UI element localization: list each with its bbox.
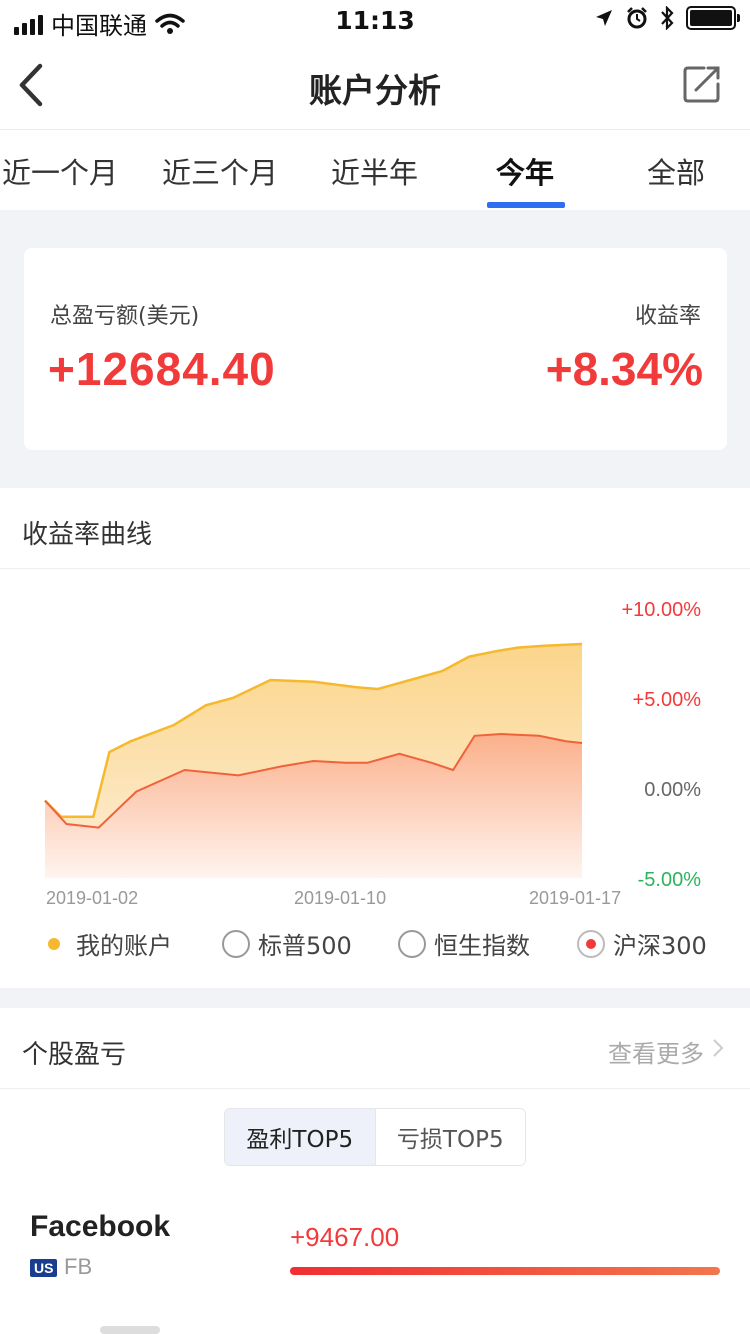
total-pl-label: 总盈亏额(美元) [50,304,200,329]
legend-csi300[interactable]: 沪深300 [577,926,707,961]
total-pl-value: +12684.40 [48,343,276,395]
segment-profit-top5[interactable]: 盈利TOP5 [225,1109,376,1165]
legend-sp500[interactable]: 标普500 [222,926,352,961]
bluetooth-icon [661,6,674,30]
y-tick-label: -5.00% [638,869,702,891]
alarm-icon [627,7,647,29]
top5-segmented-control: 盈利TOP5 亏损TOP5 [224,1108,526,1166]
stock-code: FB [64,1254,93,1279]
location-icon [596,10,612,26]
chart-section-title: 收益率曲线 [22,520,153,550]
legend-label: 标普500 [258,932,352,960]
tab-this-year[interactable]: 今年 [496,150,554,192]
legend-hang-seng[interactable]: 恒生指数 [398,926,530,961]
status-bar: 中国联通 11:13 [0,0,750,40]
chart-legend: 我的账户 标普500 恒生指数 沪深300 [0,920,750,966]
stock-pl-value: +9467.00 [290,1222,400,1252]
market-badge: US [30,1259,58,1277]
period-tabs: 近一个月 近三个月 近半年 今年 全部 [0,130,750,210]
stock-pl-bar [290,1267,720,1275]
x-tick-label: 2019-01-02 [46,888,138,908]
x-tick-label: 2019-01-17 [529,888,621,908]
view-more-link[interactable]: 查看更多 [608,1034,704,1069]
share-icon[interactable] [682,64,722,104]
battery-icon [686,6,740,30]
y-tick-label: +10.00% [621,599,701,621]
tab-last-month[interactable]: 近一个月 [2,150,118,192]
stock-pl-title: 个股盈亏 [22,1040,127,1070]
radio-checked-icon [577,929,605,958]
stock-pl-card: 个股盈亏 查看更多 盈利TOP5 亏损TOP5 Facebook US FB +… [0,1008,750,1334]
radio-unchecked-icon [398,929,426,958]
segment-loss-top5[interactable]: 亏损TOP5 [375,1109,525,1165]
y-tick-label: +5.00% [633,689,702,711]
legend-label: 沪深300 [613,932,707,960]
legend-dot-icon [48,937,60,950]
summary-card: 总盈亏额(美元) 收益率 +12684.40 +8.34% [24,248,727,450]
return-rate-label: 收益率 [634,304,701,329]
return-curve-card: 收益率曲线 +10.00% +5.00% 0.00% -5.00% 2019-01-02… [0,488,750,988]
divider [0,1088,750,1089]
tab-last-half-year[interactable]: 近半年 [331,150,418,192]
active-tab-indicator [487,202,565,208]
page-title: 账户分析 [309,71,441,110]
radio-unchecked-icon [222,929,250,958]
tab-all[interactable]: 全部 [647,150,705,192]
y-tick-label: 0.00% [644,779,701,801]
legend-label: 恒生指数 [434,932,530,960]
status-right [594,6,740,30]
legend-label: 我的账户 [76,932,172,960]
return-chart: +10.00% +5.00% 0.00% -5.00% 2019-01-02 2019-0… [44,599,702,908]
legend-my-account[interactable]: 我的账户 [48,926,172,961]
x-tick-label: 2019-01-10 [294,888,386,908]
next-row-peek [100,1326,160,1334]
nav-bar: 账户分析 [0,40,750,130]
stock-name[interactable]: Facebook [30,1210,170,1244]
tab-last-three-months[interactable]: 近三个月 [162,150,278,192]
chevron-right-icon[interactable] [710,1036,726,1060]
return-rate-value: +8.34% [545,343,703,395]
